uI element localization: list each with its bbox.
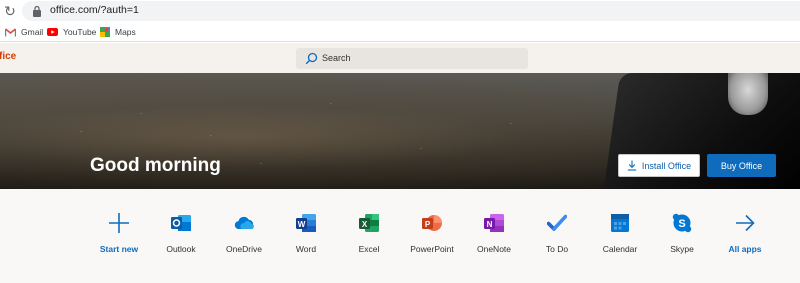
app-onenote[interactable]: N OneNote — [462, 213, 526, 257]
calendar-icon — [611, 214, 629, 232]
reload-icon[interactable]: ↻ — [2, 3, 18, 19]
skype-icon: S — [672, 213, 692, 233]
svg-text:X: X — [362, 220, 368, 229]
bookmark-maps[interactable]: Maps — [100, 25, 136, 39]
app-launcher: Start new Outlook OneDrive W Word X Exce… — [0, 189, 800, 283]
app-skype[interactable]: S Skype — [650, 213, 714, 257]
bookmark-label: Maps — [115, 27, 136, 37]
app-all-apps[interactable]: All apps — [713, 213, 777, 257]
download-icon — [627, 160, 637, 171]
svg-text:N: N — [487, 220, 493, 229]
app-label: OneNote — [476, 244, 512, 254]
install-office-button[interactable]: Install Office — [618, 154, 700, 177]
office-brand[interactable]: fice — [0, 51, 16, 62]
browser-toolbar: ↻ office.com/?auth=1 — [0, 0, 800, 22]
address-bar[interactable]: office.com/?auth=1 — [22, 1, 800, 21]
bookmark-youtube[interactable]: YouTube — [47, 25, 96, 39]
app-onedrive[interactable]: OneDrive — [212, 213, 276, 257]
app-label: Calendar — [602, 244, 638, 254]
app-label: Outlook — [166, 244, 196, 254]
app-label: To Do — [545, 244, 569, 254]
install-office-label: Install Office — [641, 160, 692, 171]
app-outlook[interactable]: Outlook — [149, 213, 213, 257]
svg-text:W: W — [298, 220, 306, 229]
app-calendar[interactable]: Calendar — [588, 213, 652, 257]
search-box[interactable]: Search — [296, 48, 528, 69]
onedrive-icon — [234, 216, 254, 229]
app-todo[interactable]: To Do — [525, 213, 589, 257]
hero-background-highlight — [728, 73, 768, 115]
outlook-icon — [171, 215, 191, 231]
search-icon — [305, 52, 318, 65]
youtube-icon — [47, 28, 58, 36]
bookmark-gmail[interactable]: Gmail — [5, 25, 43, 39]
app-label: PowerPoint — [410, 244, 454, 254]
app-label: Start new — [99, 244, 139, 254]
plus-icon — [109, 213, 129, 233]
lock-icon — [33, 5, 41, 17]
app-excel[interactable]: X Excel — [337, 213, 401, 257]
bookmarks-bar: Gmail YouTube Maps — [0, 22, 800, 42]
url-text: office.com/?auth=1 — [50, 4, 139, 16]
powerpoint-icon: P — [422, 215, 442, 231]
onenote-icon: N — [484, 214, 504, 232]
app-label: Skype — [670, 244, 694, 254]
svg-text:S: S — [678, 218, 685, 230]
buy-office-label: Buy Office — [720, 160, 763, 171]
app-label: Word — [295, 244, 317, 254]
svg-text:P: P — [425, 220, 431, 229]
bookmark-label: Gmail — [21, 27, 44, 37]
word-icon: W — [296, 214, 316, 232]
maps-icon — [100, 27, 110, 37]
buy-office-button[interactable]: Buy Office — [707, 154, 776, 177]
app-label: OneDrive — [226, 244, 262, 254]
greeting-heading: Good morning — [90, 155, 221, 176]
gmail-icon — [5, 27, 16, 37]
app-word[interactable]: W Word — [274, 213, 338, 257]
bookmark-label: YouTube — [63, 27, 97, 37]
app-label: Excel — [358, 244, 380, 254]
app-label: All apps — [728, 244, 762, 254]
office-header: fice Search — [0, 43, 800, 73]
search-placeholder: Search — [322, 53, 351, 63]
arrow-right-icon — [736, 214, 755, 232]
todo-icon — [547, 214, 567, 231]
app-powerpoint[interactable]: P PowerPoint — [400, 213, 464, 257]
hero-banner: Good morning Install Office Buy Office — [0, 73, 800, 189]
excel-icon: X — [359, 214, 379, 232]
app-start-new[interactable]: Start new — [87, 213, 151, 257]
